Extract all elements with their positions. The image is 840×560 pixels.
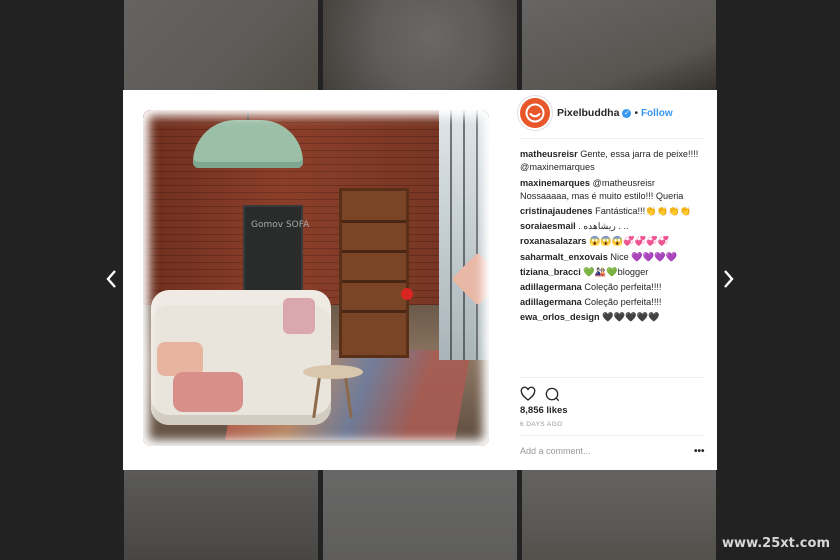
- comment: ewa_orlos_design 🖤🖤🖤🖤🖤: [520, 311, 704, 324]
- comment-text: Nice 💜💜💜💜: [610, 251, 678, 262]
- comment-text: 🖤🖤🖤🖤🖤: [602, 312, 660, 323]
- smile-icon: [525, 103, 545, 123]
- comment-text: Coleção perfeita!!!!: [584, 297, 662, 308]
- comment: roxanasalazars 😱😱😱💞💞💞💞: [520, 235, 704, 248]
- comment: adillagermana Coleção perfeita!!!!: [520, 281, 704, 294]
- verified-badge-icon: ✓: [622, 108, 632, 118]
- comment-username[interactable]: roxanasalazars: [520, 236, 586, 246]
- divider: [520, 138, 704, 139]
- comment-text: 💚🎎💚blogger: [583, 266, 649, 277]
- comment-username[interactable]: tiziana_bracci: [520, 267, 581, 277]
- watermark: www.25xt.com: [722, 536, 830, 551]
- comment-text: Coleção perfeita!!!!: [584, 281, 662, 292]
- comment-username[interactable]: saharmalt_enxovais: [520, 252, 608, 262]
- post-actions: [520, 386, 560, 402]
- comment: adillagermana Coleção perfeita!!!!: [520, 296, 704, 309]
- brush-frame: [143, 110, 489, 446]
- comment-text: Gente, essa jarra de peixe!!!!: [580, 149, 699, 159]
- post-timestamp: 6 DAYS AGO: [520, 421, 563, 428]
- comment: cristinajaudenes Fantástica!!!👏👏👏👏: [520, 205, 704, 218]
- follow-button[interactable]: Follow: [641, 108, 673, 119]
- comment-username[interactable]: adillagermana: [520, 297, 582, 307]
- comment-text: Fantástica!!!👏👏👏👏: [595, 205, 691, 216]
- separator-dot: •: [634, 107, 638, 119]
- comment-icon[interactable]: [544, 386, 560, 402]
- comment-username[interactable]: soraiaesmail: [520, 221, 576, 231]
- avatar[interactable]: [520, 98, 550, 128]
- comment-username[interactable]: ewa_orlos_design: [520, 312, 600, 322]
- likes-count[interactable]: 8,856 likes: [520, 405, 568, 416]
- post-modal: Gomov SOFA Pixelbuddha ✓ • Follow matheu…: [123, 90, 717, 470]
- heart-icon[interactable]: [520, 386, 536, 402]
- post-photo[interactable]: Gomov SOFA: [143, 110, 489, 446]
- comments-list: matheusreisr Gente, essa jarra de peixe!…: [520, 140, 704, 326]
- divider: [520, 435, 704, 436]
- divider: [520, 377, 704, 378]
- previous-post-arrow-icon[interactable]: [101, 268, 121, 294]
- comment: soraiaesmail . ريشاهده . ..: [520, 220, 704, 233]
- comment: matheusreisr Gente, essa jarra de peixe!…: [520, 140, 704, 173]
- comment: tiziana_bracci 💚🎎💚blogger: [520, 266, 704, 279]
- comment-username[interactable]: maxinemarques: [520, 178, 590, 188]
- post-header: Pixelbuddha ✓ • Follow: [506, 90, 717, 136]
- comment: maxinemarques @matheusreisr Nossaaaaa, m…: [520, 177, 704, 202]
- post-media: Gomov SOFA: [123, 90, 506, 470]
- comment-mention[interactable]: @maxinemarques: [520, 162, 595, 172]
- comment-username[interactable]: cristinajaudenes: [520, 206, 593, 216]
- comment-text: 😱😱😱💞💞💞💞: [588, 236, 670, 247]
- more-options-icon[interactable]: •••: [694, 446, 705, 457]
- comment-username[interactable]: matheusreisr: [520, 149, 578, 159]
- comment-username[interactable]: adillagermana: [520, 282, 582, 292]
- add-comment-input[interactable]: Add a comment...: [520, 446, 680, 456]
- post-sidebar: Pixelbuddha ✓ • Follow matheusreisr Gent…: [506, 90, 717, 470]
- account-username[interactable]: Pixelbuddha: [557, 107, 619, 119]
- comment: saharmalt_enxovais Nice 💜💜💜💜: [520, 251, 704, 264]
- comment-text: . ريشاهده . ..: [578, 221, 629, 232]
- next-post-arrow-icon[interactable]: [719, 268, 739, 294]
